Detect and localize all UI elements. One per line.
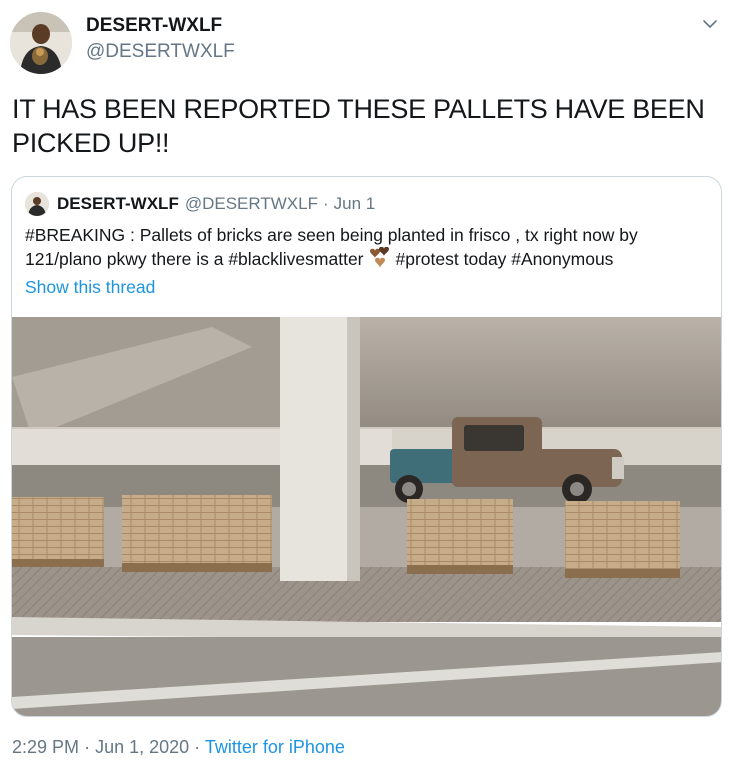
quoted-handle: @DESERTWXLF	[184, 194, 318, 213]
tweet-text-line-2: PICKED UP!!	[12, 128, 170, 158]
tweet-text: IT HAS BEEN REPORTED THESE PALLETS HAVE …	[12, 92, 712, 160]
tweet: DESERT-WXLF @DESERTWXLF IT HAS BEEN REPO…	[0, 0, 730, 763]
quoted-avatar	[25, 192, 49, 216]
meta-separator-2: ·	[194, 737, 201, 757]
quoted-tweet[interactable]: DESERT-WXLF @DESERTWXLF · Jun 1 #BREAKIN…	[11, 176, 722, 717]
quoted-text: #BREAKING : Pallets of bricks are seen b…	[25, 223, 715, 271]
author: DESERT-WXLF @DESERTWXLF	[86, 14, 235, 63]
quoted-separator: ·	[322, 194, 329, 213]
tweet-time[interactable]: 2:29 PM	[12, 737, 79, 757]
tweet-meta: 2:29 PM · Jun 1, 2020 · Twitter for iPho…	[12, 736, 345, 758]
tweet-date[interactable]: Jun 1, 2020	[95, 737, 189, 757]
quoted-text-line-1: #BREAKING : Pallets of bricks are seen b…	[25, 225, 638, 245]
brown-hearts-emoji-icon	[366, 246, 392, 269]
quoted-date: Jun 1	[333, 194, 376, 213]
quoted-text-line-2b: #protest today #Anonymous	[395, 249, 614, 269]
quoted-photo[interactable]	[12, 317, 721, 716]
quoted-text-line-2: 121/plano pkwy there is a #blacklivesmat…	[25, 249, 364, 269]
quoted-header: DESERT-WXLF @DESERTWXLF · Jun 1	[25, 191, 375, 217]
quoted-display-name: DESERT-WXLF	[57, 194, 179, 213]
handle[interactable]: @DESERTWXLF	[86, 40, 235, 63]
tweet-text-line-1: IT HAS BEEN REPORTED THESE PALLETS HAVE …	[12, 94, 705, 124]
meta-separator: ·	[84, 737, 91, 757]
avatar[interactable]	[10, 12, 72, 74]
tweet-source-link[interactable]: Twitter for iPhone	[205, 737, 345, 757]
display-name[interactable]: DESERT-WXLF	[86, 14, 235, 37]
chevron-down-icon[interactable]	[702, 16, 718, 32]
show-thread-link[interactable]: Show this thread	[25, 277, 155, 298]
